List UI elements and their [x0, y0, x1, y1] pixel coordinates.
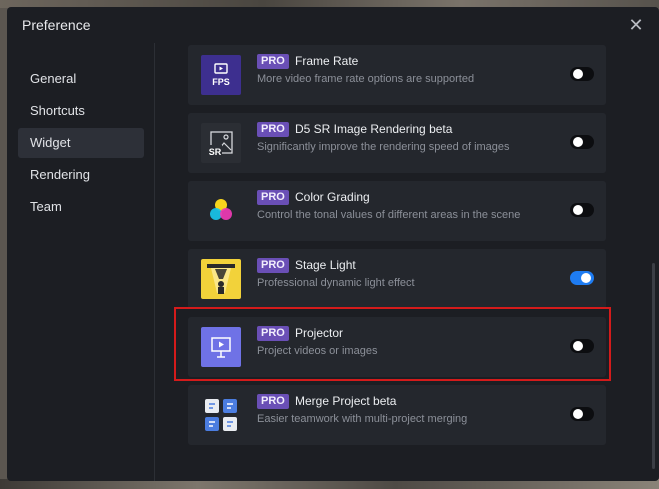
pro-badge: PRO [257, 54, 289, 69]
frame-rate-toggle[interactable] [570, 67, 594, 81]
fps-icon: FPS [201, 55, 241, 95]
widget-description: Professional dynamic light effect [257, 277, 415, 289]
widget-description: Project videos or images [257, 345, 378, 357]
fps-icon-text: FPS [212, 77, 230, 87]
widget-card-color-grading: PRO Color Grading Control the tonal valu… [188, 181, 606, 241]
toggle-knob [581, 273, 591, 283]
widget-card-frame-rate: FPS PRO Frame Rate More video frame rate… [188, 45, 606, 105]
merge-project-toggle[interactable] [570, 407, 594, 421]
widget-description: More video frame rate options are suppor… [257, 73, 475, 85]
toggle-knob [573, 409, 583, 419]
sr-icon-text: SR [209, 147, 222, 157]
sidebar-item-widget[interactable]: Widget [18, 128, 144, 158]
widget-card-projector: PRO Projector Project videos or images [188, 317, 606, 377]
widget-title: Stage Light [295, 258, 356, 272]
widget-description: Control the tonal values of different ar… [257, 209, 521, 221]
preference-dialog: Preference ✕ General Shortcuts Widget Re… [7, 7, 659, 481]
titlebar: Preference ✕ [7, 7, 659, 43]
widget-description: Significantly improve the rendering spee… [257, 141, 510, 153]
toggle-knob [573, 341, 583, 351]
pro-badge: PRO [257, 122, 289, 137]
pro-badge: PRO [257, 258, 289, 273]
sidebar-item-rendering[interactable]: Rendering [18, 160, 144, 190]
merge-project-icon [201, 395, 241, 435]
sidebar-item-general[interactable]: General [18, 64, 144, 94]
close-icon[interactable]: ✕ [627, 16, 645, 34]
sr-image-icon: SR [201, 123, 241, 163]
widget-title: Color Grading [295, 190, 370, 204]
sidebar: General Shortcuts Widget Rendering Team [7, 43, 155, 481]
projector-toggle[interactable] [570, 339, 594, 353]
widget-description: Easier teamwork with multi-project mergi… [257, 413, 468, 425]
window-title: Preference [22, 17, 91, 33]
toggle-knob [573, 69, 583, 79]
widget-list: FPS PRO Frame Rate More video frame rate… [155, 43, 659, 481]
pro-badge: PRO [257, 326, 289, 341]
color-grading-icon [201, 191, 241, 231]
pro-badge: PRO [257, 190, 289, 205]
widget-title: D5 SR Image Rendering beta [295, 122, 453, 136]
color-grading-toggle[interactable] [570, 203, 594, 217]
pro-badge: PRO [257, 394, 289, 409]
widget-card-stage-light: PRO Stage Light Professional dynamic lig… [188, 249, 606, 309]
sidebar-item-team[interactable]: Team [18, 192, 144, 222]
widget-title: Projector [295, 326, 344, 340]
widget-title: Merge Project beta [295, 394, 397, 408]
toggle-knob [573, 205, 583, 215]
toggle-knob [573, 137, 583, 147]
scrollbar[interactable] [652, 263, 655, 469]
d5-sr-toggle[interactable] [570, 135, 594, 149]
widget-card-d5-sr: SR PRO D5 SR Image Rendering beta Signif… [188, 113, 606, 173]
stage-light-toggle[interactable] [570, 271, 594, 285]
sidebar-item-shortcuts[interactable]: Shortcuts [18, 96, 144, 126]
stage-light-icon [201, 259, 241, 299]
widget-title: Frame Rate [295, 54, 359, 68]
projector-icon [201, 327, 241, 367]
widget-card-merge-project: PRO Merge Project beta Easier teamwork w… [188, 385, 606, 445]
